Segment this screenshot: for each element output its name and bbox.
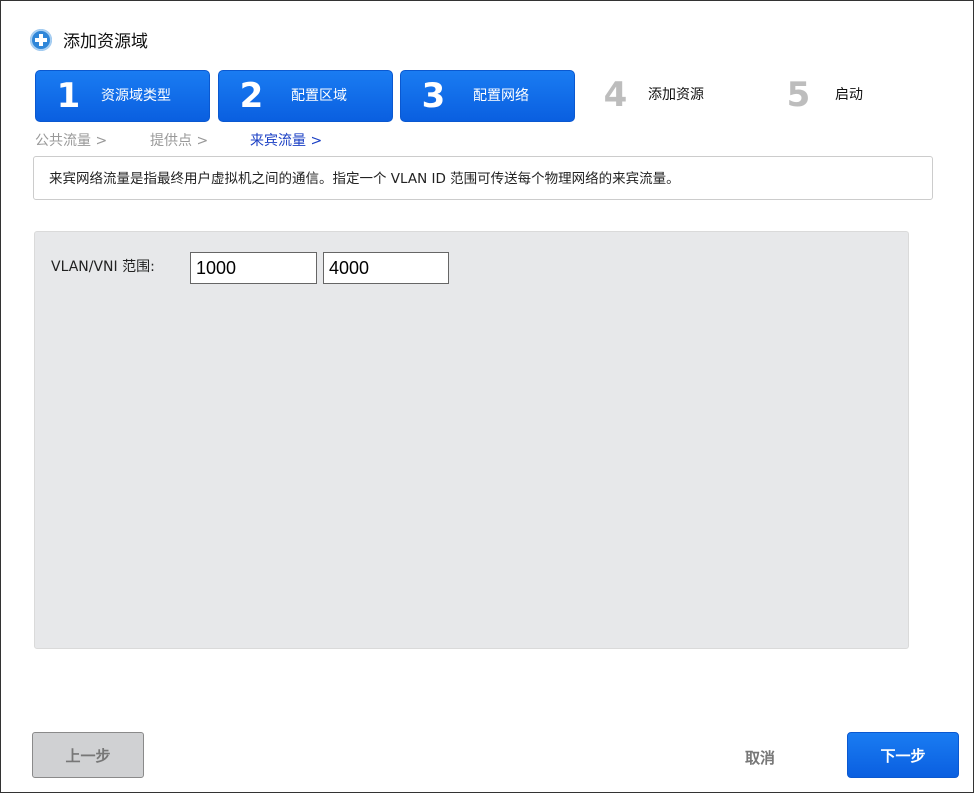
subnav-guest-traffic[interactable]: 来宾流量 > — [250, 130, 322, 150]
step-4-add-resources: 4 添加资源 — [583, 70, 756, 120]
step-3-configure-network[interactable]: 3 配置网络 — [400, 70, 575, 122]
vlan-range-start-input[interactable] — [190, 252, 317, 284]
vlan-range-end-input[interactable] — [323, 252, 449, 284]
step-label: 资源域类型 — [101, 87, 171, 104]
step-number: 2 — [239, 76, 264, 116]
vlan-range-label: VLAN/VNI 范围: — [51, 259, 155, 275]
step-label: 启动 — [835, 86, 863, 103]
step-label: 添加资源 — [648, 86, 704, 103]
step-number: 3 — [421, 76, 446, 116]
step-number: 4 — [603, 75, 628, 115]
dialog-title: 添加资源域 — [30, 27, 148, 52]
subnav-public-traffic[interactable]: 公共流量 > — [35, 130, 107, 150]
cancel-button[interactable]: 取消 — [720, 740, 800, 774]
step-1-resource-domain-type[interactable]: 1 资源域类型 — [35, 70, 210, 122]
step-2-configure-zone[interactable]: 2 配置区域 — [218, 70, 393, 122]
previous-button[interactable]: 上一步 — [32, 732, 144, 778]
step-label: 配置区域 — [291, 87, 347, 104]
step-number: 5 — [786, 75, 811, 115]
plus-circle-icon — [30, 28, 52, 51]
description-box: 来宾网络流量是指最终用户虚拟机之间的通信。指定一个 VLAN ID 范围可传送每… — [33, 156, 933, 200]
dialog-title-text: 添加资源域 — [63, 32, 148, 52]
next-button[interactable]: 下一步 — [847, 732, 959, 778]
subnav-pod[interactable]: 提供点 > — [150, 130, 208, 150]
step-label: 配置网络 — [473, 87, 529, 104]
step-5-launch: 5 启动 — [766, 70, 939, 120]
form-panel: VLAN/VNI 范围: — [34, 231, 909, 649]
step-number: 1 — [56, 76, 81, 116]
